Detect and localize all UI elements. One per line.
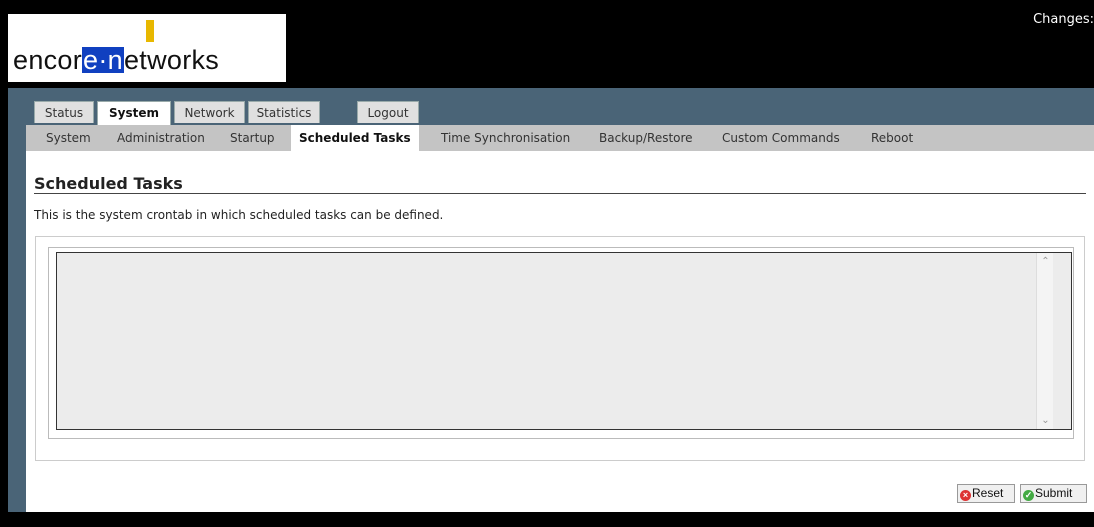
subnav-startup[interactable]: Startup (230, 125, 275, 151)
tab-network[interactable]: Network (174, 101, 245, 123)
footer-bar (0, 512, 1094, 527)
logo-text-highlight: e·n (82, 45, 124, 75)
subnav-custom-commands[interactable]: Custom Commands (722, 125, 840, 151)
tab-statistics[interactable]: Statistics (248, 101, 320, 123)
reset-button[interactable]: × Reset (957, 484, 1015, 503)
subnav-time-synchronisation[interactable]: Time Synchronisation (441, 125, 570, 151)
subnav-administration[interactable]: Administration (117, 125, 205, 151)
subnav-scheduled-tasks[interactable]: Scheduled Tasks (291, 125, 419, 151)
subnav-backup-restore[interactable]: Backup/Restore (599, 125, 693, 151)
sub-navigation: System Administration Startup Scheduled … (26, 125, 1094, 151)
logo-accent-bar (146, 20, 154, 42)
crontab-textarea[interactable] (56, 252, 1072, 430)
crontab-fieldset: ⌃ ⌄ (35, 236, 1085, 461)
title-divider (34, 193, 1086, 194)
submit-button[interactable]: ✓ Submit (1020, 484, 1087, 503)
reset-icon: × (960, 490, 971, 501)
header-bar: encore·networks Changes: (0, 0, 1094, 88)
encore-networks-logo: encore·networks (8, 14, 286, 82)
submit-label: Submit (1035, 486, 1073, 500)
scroll-up-icon[interactable]: ⌃ (1038, 254, 1053, 269)
subnav-reboot[interactable]: Reboot (871, 125, 913, 151)
changes-indicator[interactable]: Changes: (1033, 12, 1094, 27)
crontab-scrollbar[interactable]: ⌃ ⌄ (1036, 253, 1053, 429)
subnav-system[interactable]: System (46, 125, 91, 151)
tab-status[interactable]: Status (34, 101, 94, 123)
logo-text-prefix: encor (13, 45, 83, 75)
tab-system[interactable]: System (97, 101, 171, 125)
scroll-down-icon[interactable]: ⌄ (1038, 413, 1053, 428)
logo-wordmark: encore·networks (13, 45, 219, 76)
page-title: Scheduled Tasks (34, 174, 183, 193)
tab-logout[interactable]: Logout (357, 101, 419, 123)
logo-text-suffix: etworks (123, 45, 220, 75)
page-description: This is the system crontab in which sche… (34, 208, 444, 222)
content-panel: Scheduled Tasks This is the system cront… (26, 151, 1094, 512)
submit-icon: ✓ (1023, 490, 1034, 501)
reset-label: Reset (972, 486, 1004, 500)
